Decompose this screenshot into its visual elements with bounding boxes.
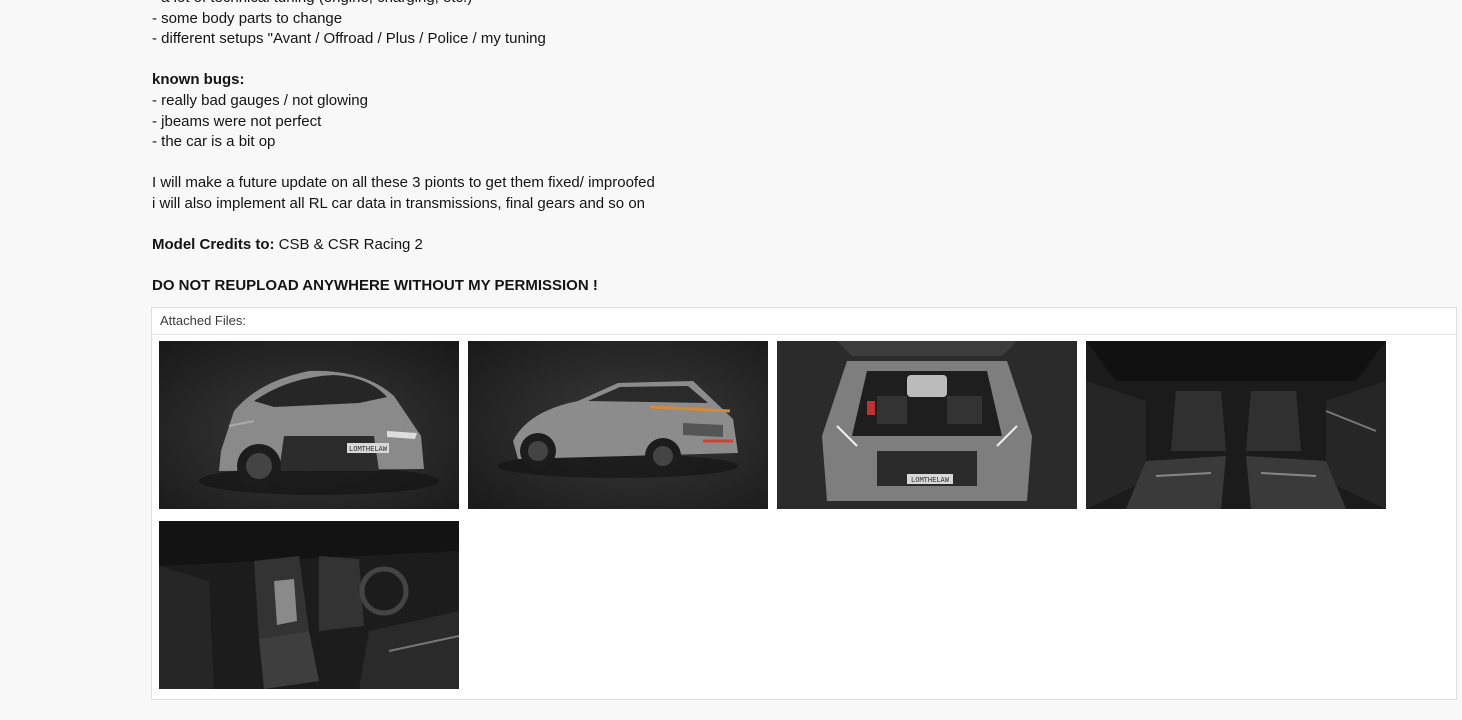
interior-rear-image (1086, 341, 1386, 509)
engine-bay-image: LOMTHELAW (777, 341, 1077, 509)
attachment-thumbnail-4[interactable] (1086, 341, 1386, 509)
attachment-thumbnail-3[interactable]: LOMTHELAW (777, 341, 1077, 509)
update-note: I will make a future update on all these… (152, 174, 655, 192)
bug-item: - the car is a bit op (152, 133, 276, 151)
post-line: - some body parts to change (152, 9, 343, 27)
known-bugs-heading: known bugs: (152, 71, 245, 89)
post-line: - different setups "Avant / Offroad / Pl… (152, 30, 546, 48)
update-note: i will also implement all RL car data in… (152, 194, 646, 212)
car-front-image: LOMTHELAW (159, 341, 459, 509)
attachment-thumbnail-1[interactable]: LOMTHELAW (159, 341, 459, 509)
car-rear-image (468, 341, 768, 509)
plate-text: LOMTHELAW (349, 445, 388, 453)
post-body: - a lot of technical tuning (engine, cha… (152, 0, 1152, 297)
bug-item: - really bad gauges / not glowing (152, 91, 368, 109)
model-credits: Model Credits to: CSB & CSR Racing 2 (152, 235, 1152, 256)
interior-front-image (159, 521, 459, 689)
post-line: - a lot of technical tuning (engine, cha… (152, 0, 1152, 9)
reupload-warning: DO NOT REUPLOAD ANYWHERE WITHOUT MY PERM… (152, 277, 598, 295)
plate-text: LOMTHELAW (911, 476, 950, 484)
attached-files-panel: Attached Files: LOMTHELAW LOMTHELAW (151, 307, 1457, 700)
bug-item: - jbeams were not perfect (152, 112, 322, 130)
credits-label: Model Credits to: (152, 236, 275, 254)
attachment-thumbnail-5[interactable] (159, 521, 459, 689)
credits-value: CSB & CSR Racing 2 (274, 236, 423, 254)
attachment-thumbnail-2[interactable] (468, 341, 768, 509)
attached-files-header: Attached Files: (152, 308, 1456, 335)
